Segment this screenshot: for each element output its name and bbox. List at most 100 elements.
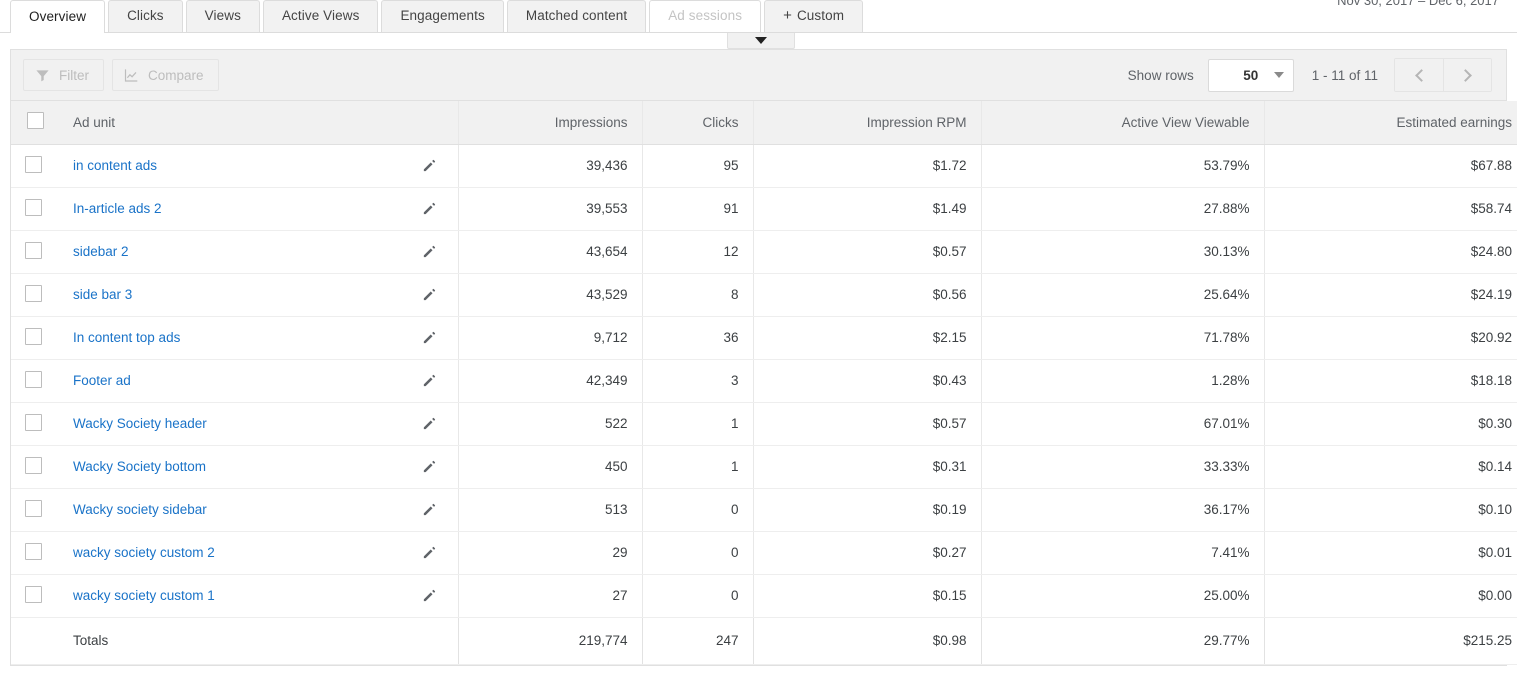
impressions-cell: 27 (457, 574, 642, 618)
row-checkbox[interactable] (25, 155, 42, 173)
edit-pencil-icon[interactable] (421, 157, 444, 174)
collapse-chart-toggle[interactable] (727, 33, 795, 49)
edit-pencil-icon[interactable] (421, 200, 444, 217)
active-view-viewable-cell: 1.28% (980, 359, 1264, 403)
compare-button[interactable]: Compare (112, 59, 219, 91)
table-row: wacky society custom 2 29 0 $0.27 7.41% $0.01 (11, 531, 1517, 575)
row-select-cell (11, 230, 59, 274)
row-checkbox[interactable] (25, 585, 42, 603)
clicks-cell: 3 (641, 359, 753, 403)
edit-pencil-icon[interactable] (421, 243, 444, 260)
impression-rpm-cell: $0.15 (752, 574, 981, 618)
ad-unit-link[interactable]: side bar 3 (73, 287, 132, 302)
table-header: Ad unit Impressions Clicks Impression RP… (11, 101, 1517, 145)
pagination-range-label: 1 - 11 of 11 (1311, 67, 1378, 83)
show-rows-label: Show rows (1127, 67, 1194, 83)
clicks-cell: 95 (641, 144, 753, 188)
ad-unit-link[interactable]: In content top ads (73, 330, 180, 345)
select-all-checkbox[interactable] (27, 112, 44, 130)
edit-pencil-icon[interactable] (421, 415, 444, 432)
row-checkbox[interactable] (25, 413, 42, 431)
row-checkbox[interactable] (25, 327, 42, 345)
ad-unit-link[interactable]: sidebar 2 (73, 244, 129, 259)
clicks-cell: 91 (641, 187, 753, 231)
tab-label: Clicks (127, 8, 164, 23)
column-header-clicks[interactable]: Clicks (641, 101, 753, 145)
totals-impressions-cell: 219,774 (457, 616, 642, 665)
ad-unit-cell: Wacky Society header (59, 402, 458, 446)
rows-per-page-select[interactable]: 50 (1207, 58, 1294, 92)
tab-label: Custom (796, 8, 845, 23)
filter-button[interactable]: Filter (23, 59, 104, 91)
tab-overview[interactable]: Overview (10, 0, 106, 33)
totals-active-view-viewable-cell: 29.77% (980, 616, 1264, 665)
row-checkbox[interactable] (25, 499, 42, 517)
funnel-icon (35, 68, 50, 83)
column-header-estimated-earnings[interactable]: Estimated earnings (1263, 101, 1517, 145)
column-header-impression-rpm[interactable]: Impression RPM (752, 101, 981, 145)
table-row: in content ads 39,436 95 $1.72 53.79% $67.88 (11, 144, 1517, 188)
plus-icon: + (783, 7, 792, 24)
row-select-cell (11, 531, 59, 575)
ad-unit-link[interactable]: Wacky Society bottom (73, 459, 206, 474)
edit-pencil-icon[interactable] (421, 329, 444, 346)
edit-pencil-icon[interactable] (421, 286, 444, 303)
ad-unit-link[interactable]: wacky society custom 1 (73, 588, 215, 603)
impression-rpm-cell: $0.31 (752, 445, 981, 489)
report-tab-bar: Overview Clicks Views Active Views Engagemen… (0, 0, 1517, 33)
impressions-cell: 513 (457, 488, 642, 532)
row-checkbox[interactable] (25, 198, 42, 216)
edit-pencil-icon[interactable] (421, 372, 444, 389)
ad-unit-link[interactable]: Wacky Society header (73, 416, 207, 431)
next-page-button[interactable] (1443, 59, 1491, 91)
active-view-viewable-cell: 25.64% (980, 273, 1264, 317)
row-checkbox[interactable] (25, 370, 42, 388)
ad-unit-cell: Footer ad (59, 359, 458, 403)
ad-unit-link[interactable]: Footer ad (73, 373, 131, 388)
row-checkbox[interactable] (25, 542, 42, 560)
edit-pencil-icon[interactable] (421, 544, 444, 561)
ad-unit-cell: wacky society custom 1 (59, 574, 458, 618)
tab-clicks[interactable]: Clicks (108, 0, 183, 32)
tab-active-views[interactable]: Active Views (262, 0, 379, 32)
ad-unit-cell: in content ads (59, 144, 458, 188)
active-view-viewable-cell: 67.01% (980, 402, 1264, 446)
table-row: Wacky Society bottom 450 1 $0.31 33.33% $0.14 (11, 445, 1517, 489)
column-header-active-view-viewable[interactable]: Active View Viewable (980, 101, 1264, 145)
tab-matched-content[interactable]: Matched content (506, 0, 647, 32)
row-checkbox[interactable] (25, 456, 42, 474)
estimated-earnings-cell: $0.01 (1263, 531, 1517, 575)
ad-unit-link[interactable]: in content ads (73, 158, 157, 173)
estimated-earnings-cell: $24.19 (1263, 273, 1517, 317)
estimated-earnings-cell: $18.18 (1263, 359, 1517, 403)
chevron-left-icon (1414, 68, 1428, 82)
totals-row: Totals 219,774 247 $0.98 29.77% $215.25 (11, 616, 1517, 665)
ad-unit-link[interactable]: wacky society custom 2 (73, 545, 215, 560)
column-header-ad-unit[interactable]: Ad unit (59, 101, 458, 145)
totals-label-cell: Totals (59, 616, 458, 665)
tab-views[interactable]: Views (185, 0, 260, 32)
clicks-cell: 12 (641, 230, 753, 274)
active-view-viewable-cell: 25.00% (980, 574, 1264, 618)
table-toolbar: Filter Compare Show rows 50 1 - 11 of 11 (11, 50, 1506, 101)
edit-pencil-icon[interactable] (421, 458, 444, 475)
column-header-impressions[interactable]: Impressions (457, 101, 642, 145)
table-row: wacky society custom 1 27 0 $0.15 25.00% $0.0… (11, 574, 1517, 618)
edit-pencil-icon[interactable] (421, 587, 444, 604)
row-checkbox[interactable] (25, 241, 42, 259)
row-checkbox[interactable] (25, 284, 42, 302)
ad-unit-link[interactable]: In-article ads 2 (73, 201, 162, 216)
ad-units-table: Ad unit Impressions Clicks Impression RP… (11, 101, 1517, 665)
ad-unit-link[interactable]: Wacky society sidebar (73, 502, 207, 517)
tab-custom[interactable]: + Custom (764, 0, 864, 32)
tab-label: Ad sessions (668, 8, 743, 23)
impression-rpm-cell: $2.15 (752, 316, 981, 360)
estimated-earnings-cell: $20.92 (1263, 316, 1517, 360)
tab-engagements[interactable]: Engagements (381, 0, 504, 32)
row-select-cell (11, 445, 59, 489)
impressions-cell: 43,529 (457, 273, 642, 317)
row-select-cell (11, 316, 59, 360)
previous-page-button[interactable] (1395, 59, 1443, 91)
date-range-label: Nov 30, 2017 – Dec 6, 2017 (1337, 0, 1499, 8)
edit-pencil-icon[interactable] (421, 501, 444, 518)
